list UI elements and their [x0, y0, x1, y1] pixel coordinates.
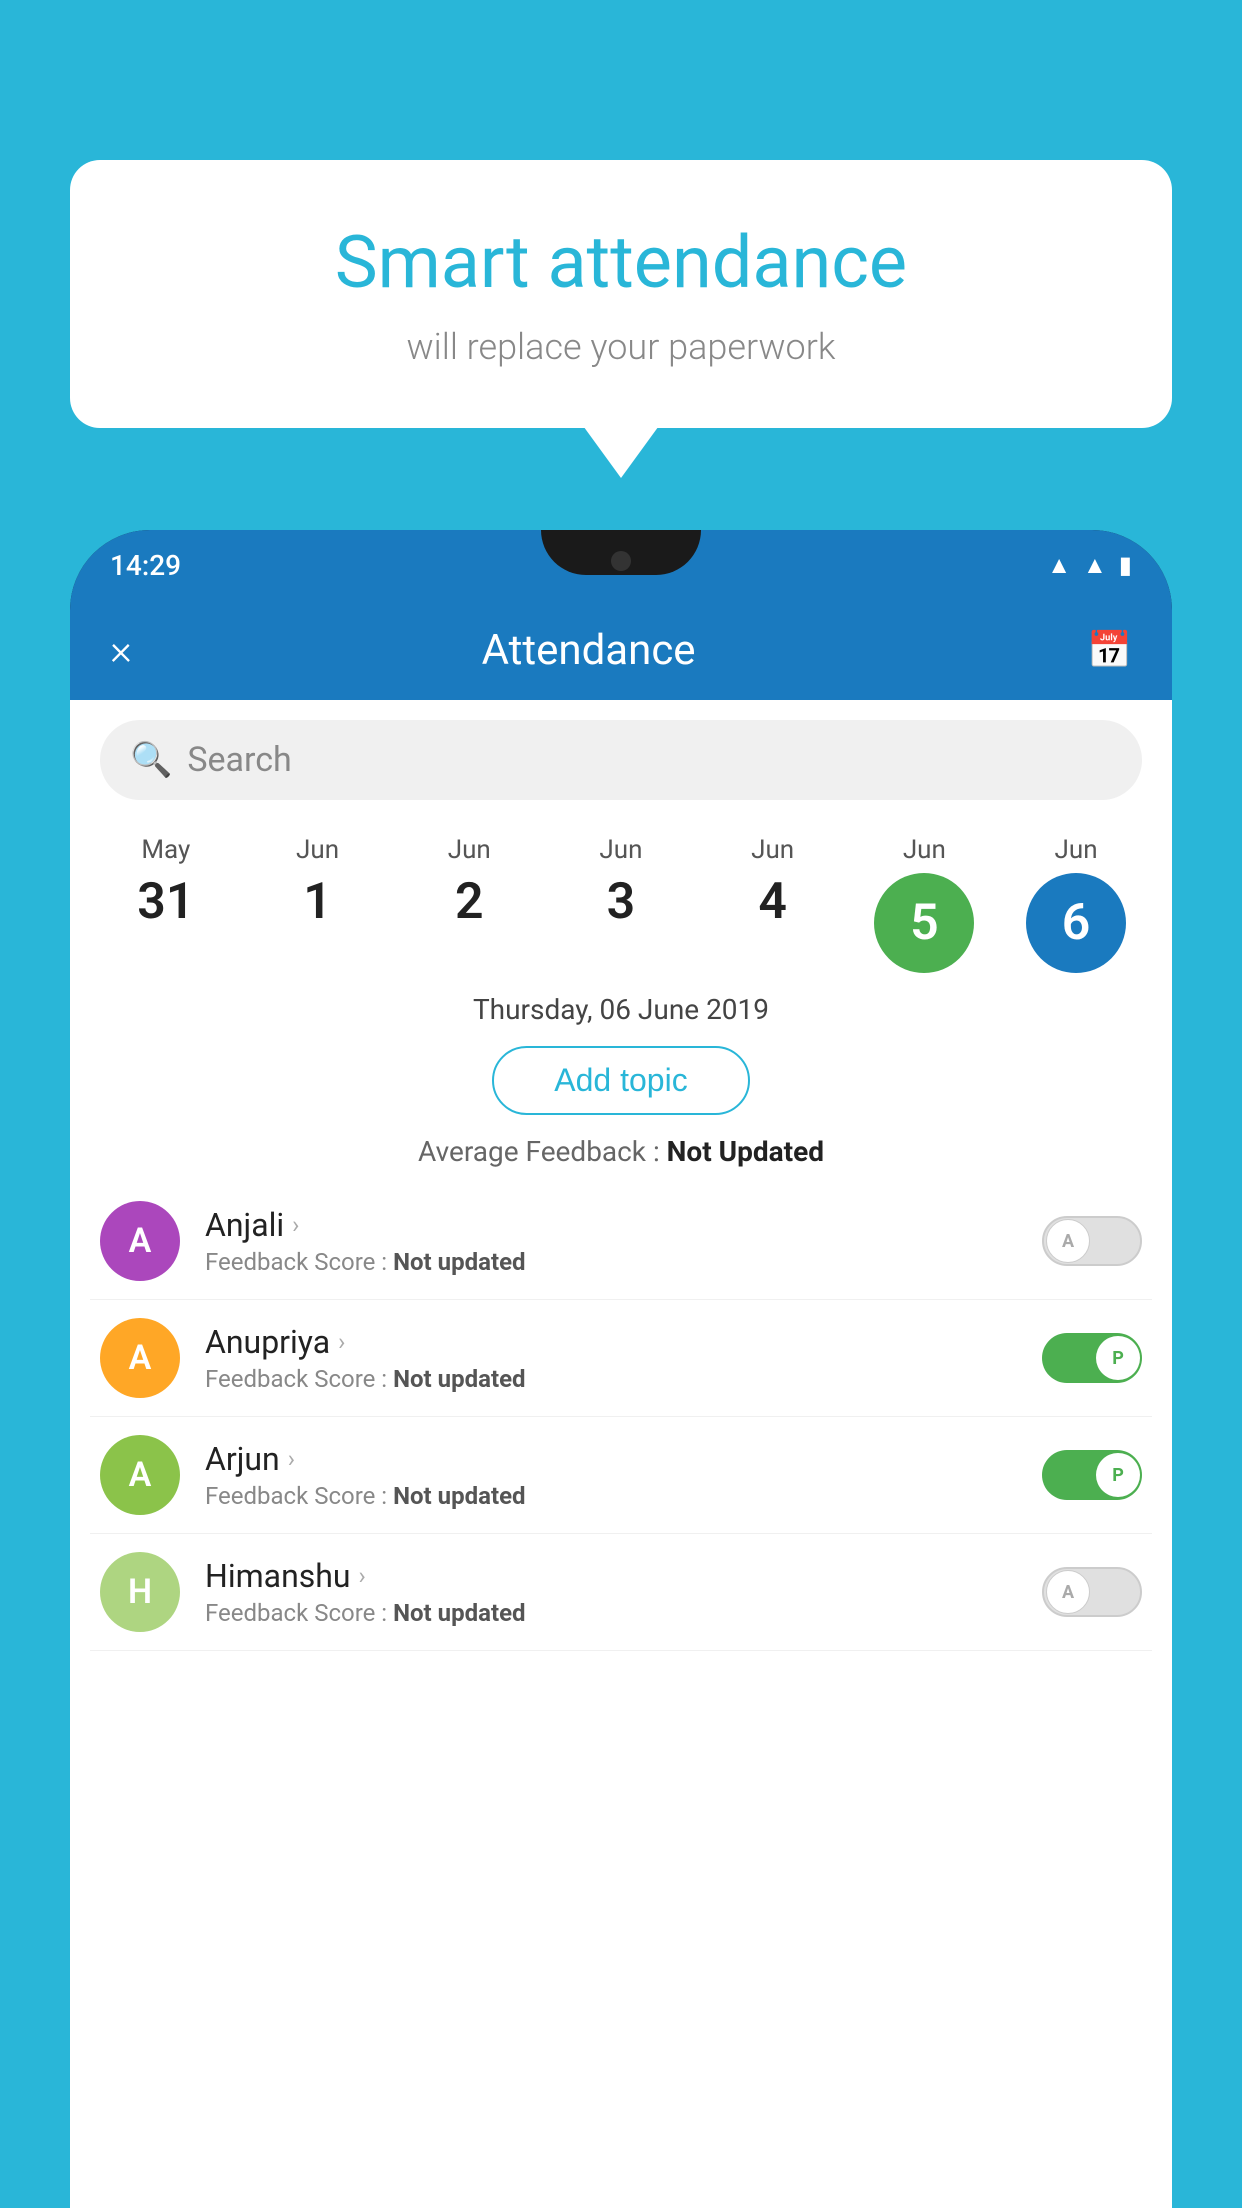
avatar: H	[100, 1552, 180, 1632]
phone-content: 🔍 Search May 31 Jun 1 Jun 2 Jun 3 Jun 4 Jun5 Jun6 T…	[70, 700, 1172, 2208]
bubble-subtitle: will replace your paperwork	[150, 326, 1092, 368]
avatar: A	[100, 1435, 180, 1515]
avg-feedback-value: Not Updated	[667, 1135, 824, 1168]
date-month: Jun	[751, 835, 794, 865]
date-col-1[interactable]: Jun 1	[258, 835, 378, 973]
calendar-icon[interactable]: 📅	[1087, 629, 1132, 671]
date-col-5[interactable]: Jun5	[864, 835, 984, 973]
student-info: Himanshu › Feedback Score : Not updated	[205, 1557, 1042, 1627]
student-feedback: Feedback Score : Not updated	[205, 1248, 1042, 1276]
bubble-title: Smart attendance	[150, 220, 1092, 306]
avg-feedback-label: Average Feedback :	[418, 1135, 667, 1168]
student-list: AAnjali ›Feedback Score : Not updatedAAA…	[70, 1183, 1172, 1651]
date-number: 1	[303, 873, 332, 931]
student-info: Arjun › Feedback Score : Not updated	[205, 1440, 1042, 1510]
avatar: A	[100, 1318, 180, 1398]
chevron-icon: ›	[288, 1445, 295, 1473]
camera	[611, 551, 631, 571]
search-bar[interactable]: 🔍 Search	[100, 720, 1142, 800]
attendance-toggle[interactable]: A	[1042, 1567, 1142, 1617]
attendance-toggle[interactable]: A	[1042, 1216, 1142, 1266]
chevron-icon: ›	[359, 1562, 366, 1590]
status-bar: 14:29 ▲ ▲ ▮	[70, 530, 1172, 600]
date-col-6[interactable]: Jun6	[1016, 835, 1136, 973]
app-header: × Attendance 📅	[70, 600, 1172, 700]
selected-date: Thursday, 06 June 2019	[70, 993, 1172, 1026]
wifi-icon: ▲	[1047, 551, 1071, 580]
signal-icon: ▲	[1083, 551, 1107, 580]
notch	[541, 530, 701, 575]
student-item[interactable]: AAnjali ›Feedback Score : Not updatedA	[90, 1183, 1152, 1300]
student-name: Anjali ›	[205, 1206, 1042, 1244]
student-name: Anupriya ›	[205, 1323, 1042, 1361]
date-month: Jun	[448, 835, 491, 865]
search-icon: 🔍	[130, 740, 172, 780]
chevron-icon: ›	[292, 1211, 299, 1239]
battery-icon: ▮	[1119, 551, 1132, 579]
avg-feedback: Average Feedback : Not Updated	[70, 1135, 1172, 1168]
date-col-3[interactable]: Jun 3	[561, 835, 681, 973]
header-title: Attendance	[90, 626, 1087, 675]
date-col-2[interactable]: Jun 2	[409, 835, 529, 973]
attendance-toggle[interactable]: P	[1042, 1333, 1142, 1383]
toggle-knob: A	[1046, 1219, 1090, 1263]
date-month: Jun	[599, 835, 642, 865]
add-topic-button[interactable]: Add topic	[492, 1046, 749, 1115]
student-info: Anupriya › Feedback Score : Not updated	[205, 1323, 1042, 1393]
date-month: Jun	[296, 835, 339, 865]
toggle-knob: A	[1046, 1570, 1090, 1614]
avatar: A	[100, 1201, 180, 1281]
phone-frame: 14:29 ▲ ▲ ▮ × Attendance 📅 🔍 Search May 3…	[70, 530, 1172, 2208]
date-number: 31	[137, 873, 194, 931]
date-number: 4	[758, 873, 787, 931]
student-info: Anjali › Feedback Score : Not updated	[205, 1206, 1042, 1276]
student-name: Arjun ›	[205, 1440, 1042, 1478]
search-placeholder: Search	[187, 740, 291, 780]
date-month: May	[141, 835, 190, 865]
student-name: Himanshu ›	[205, 1557, 1042, 1595]
date-month: Jun	[1055, 835, 1098, 865]
date-col-31[interactable]: May 31	[106, 835, 226, 973]
speech-bubble: Smart attendance will replace your paper…	[70, 160, 1172, 428]
attendance-toggle[interactable]: P	[1042, 1450, 1142, 1500]
toggle-knob: P	[1096, 1336, 1140, 1380]
date-strip: May 31 Jun 1 Jun 2 Jun 3 Jun 4 Jun5 Jun6	[70, 820, 1172, 973]
student-item[interactable]: A Anupriya › Feedback Score : Not updated P	[90, 1300, 1152, 1417]
date-col-4[interactable]: Jun 4	[713, 835, 833, 973]
student-feedback: Feedback Score : Not updated	[205, 1482, 1042, 1510]
chevron-icon: ›	[338, 1328, 345, 1356]
status-time: 14:29	[110, 549, 181, 582]
student-feedback: Feedback Score : Not updated	[205, 1365, 1042, 1393]
student-item[interactable]: A Arjun › Feedback Score : Not updated P	[90, 1417, 1152, 1534]
date-month: Jun	[903, 835, 946, 865]
date-number: 2	[455, 873, 484, 931]
date-number: 3	[607, 873, 636, 931]
student-feedback: Feedback Score : Not updated	[205, 1599, 1042, 1627]
toggle-knob: P	[1096, 1453, 1140, 1497]
student-item[interactable]: H Himanshu › Feedback Score : Not updatedA	[90, 1534, 1152, 1651]
status-icons: ▲ ▲ ▮	[1047, 551, 1132, 580]
